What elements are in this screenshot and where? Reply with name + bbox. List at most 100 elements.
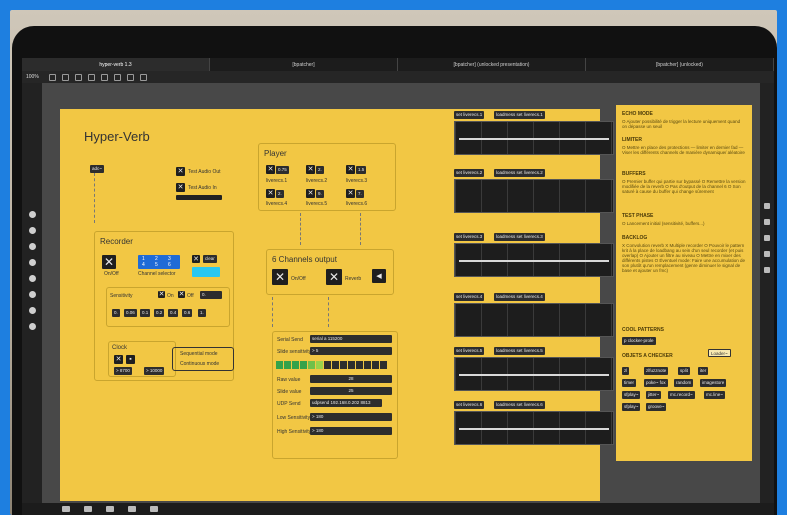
grid-icon[interactable] xyxy=(87,73,95,81)
clear-button[interactable]: clear xyxy=(203,255,217,263)
objet-poke[interactable]: poke~ fox xyxy=(644,379,668,387)
sensitivity-off-toggle[interactable]: ✕ xyxy=(178,291,185,298)
sens-preset-02[interactable]: 0.2 xyxy=(154,309,165,317)
sens-preset-01[interactable]: 0.1 xyxy=(140,309,151,317)
settings-icon[interactable] xyxy=(764,267,770,273)
clock-toggle[interactable]: ✕ xyxy=(114,355,123,364)
channel-4[interactable]: 4 xyxy=(142,262,145,268)
zoom-level[interactable]: 100% xyxy=(26,74,39,80)
speaker-icon[interactable]: ◀ xyxy=(372,269,386,283)
objet-split[interactable]: split xyxy=(678,367,691,375)
objet-iter[interactable]: iter xyxy=(698,367,709,375)
objet-timer[interactable]: timer xyxy=(622,379,636,387)
star-icon[interactable] xyxy=(28,323,36,330)
new-patcher-icon[interactable] xyxy=(48,73,56,81)
debug-icon[interactable] xyxy=(106,506,114,512)
continuous-mode[interactable]: Continuous mode xyxy=(180,361,219,367)
sens-preset-06[interactable]: 0.6 xyxy=(182,309,193,317)
objet-jitter[interactable]: jitter~ xyxy=(646,391,662,399)
reverb-toggle[interactable]: ✕ xyxy=(326,269,342,285)
presentation-icon[interactable] xyxy=(74,73,82,81)
player-4-speed[interactable]: 2. xyxy=(276,190,284,198)
set-message-6[interactable]: set liverecs.6 xyxy=(454,401,485,409)
comment-icon[interactable] xyxy=(126,73,134,81)
loadmess-2[interactable]: loadmess set liverecs.2 xyxy=(494,169,545,177)
player-2-toggle[interactable]: ✕ xyxy=(306,165,315,174)
sens-preset-006[interactable]: 0.06 xyxy=(124,309,137,317)
tab-bpatcher-unlocked[interactable]: [bpatcher] (unlocked) xyxy=(586,58,774,71)
output-onoff-toggle[interactable]: ✕ xyxy=(272,269,288,285)
package-icon[interactable] xyxy=(28,307,36,314)
loadmess-3[interactable]: loadmess set liverecs.3 xyxy=(494,233,545,241)
sensitivity-number[interactable]: 0. xyxy=(200,291,222,299)
waveform-display-1[interactable] xyxy=(454,121,614,155)
clock-toggle-2[interactable]: ▪ xyxy=(126,355,135,364)
objet-groove[interactable]: groove~ xyxy=(646,403,667,411)
code-icon[interactable] xyxy=(28,275,36,282)
waveform-display-6[interactable] xyxy=(454,411,614,445)
player-3-speed[interactable]: 1.5 xyxy=(356,166,367,174)
waveform-display-2[interactable] xyxy=(454,179,614,213)
objet-sfplay[interactable]: sfplay~ xyxy=(622,391,641,399)
slide-sensitivity-number[interactable]: > 5 xyxy=(310,347,392,355)
set-message-1[interactable]: set liverecs.1 xyxy=(454,111,485,119)
player-5-toggle[interactable]: ✕ xyxy=(306,189,315,198)
set-message-5[interactable]: set liverecs.5 xyxy=(454,347,485,355)
waveform-display-4[interactable] xyxy=(454,303,614,337)
object-icon[interactable] xyxy=(100,73,108,81)
help-icon[interactable] xyxy=(764,219,770,225)
adc-object[interactable]: adc~ xyxy=(90,165,104,173)
patcher-canvas[interactable]: Hyper-Verb adc~ ✕ Test Audio Out ✕ Test … xyxy=(42,83,760,503)
presentation-icon[interactable] xyxy=(84,506,92,512)
udp-message[interactable]: udpsend 192.168.0.202 8813 xyxy=(310,399,382,407)
player-6-speed[interactable]: 7. xyxy=(356,190,364,198)
cool-pattern-object[interactable]: p clocker-prole xyxy=(622,337,656,345)
recorder-onoff-toggle[interactable]: ✕ xyxy=(102,255,116,269)
lock-icon[interactable] xyxy=(61,73,69,81)
player-1-toggle[interactable]: ✕ xyxy=(266,165,275,174)
low-sensitivity-number[interactable]: > 180 xyxy=(310,413,392,421)
objet-zlfuzznote[interactable]: zlfuzznote xyxy=(644,367,669,375)
search-icon[interactable] xyxy=(28,211,36,218)
loadmess-4[interactable]: loadmess set liverecs.4 xyxy=(494,293,545,301)
audio-icon[interactable] xyxy=(128,506,136,512)
add-icon[interactable] xyxy=(139,73,147,81)
player-4-toggle[interactable]: ✕ xyxy=(266,189,275,198)
music-icon[interactable] xyxy=(28,259,36,266)
mixer-icon[interactable] xyxy=(150,506,158,512)
player-6-toggle[interactable]: ✕ xyxy=(346,189,355,198)
reference-icon[interactable] xyxy=(764,235,770,241)
browser-icon[interactable] xyxy=(28,227,36,234)
console-icon[interactable] xyxy=(28,243,36,250)
loadmess-1[interactable]: loadmess set liverecs.1 xyxy=(494,111,545,119)
tab-hyper-verb[interactable]: hyper-verb 1.3 xyxy=(22,58,210,71)
sens-preset-0[interactable]: 0. xyxy=(112,309,120,317)
objet-sfplay-2[interactable]: sfplay~ xyxy=(622,403,641,411)
objet-mc-record[interactable]: mc.record~ xyxy=(668,391,695,399)
sens-preset-04[interactable]: 0.4 xyxy=(168,309,179,317)
player-2-speed[interactable]: 2. xyxy=(316,166,324,174)
test-audio-out-toggle[interactable]: ✕ xyxy=(176,167,185,176)
objet-imagestore[interactable]: imagestore xyxy=(700,379,727,387)
objet-random[interactable]: random xyxy=(674,379,694,387)
objet-zl[interactable]: zl xyxy=(622,367,630,375)
sensitivity-on-toggle[interactable]: ✕ xyxy=(158,291,165,298)
image-icon[interactable] xyxy=(28,291,36,298)
clue-icon[interactable] xyxy=(764,251,770,257)
sens-preset-1[interactable]: 1. xyxy=(198,309,206,317)
player-5-speed[interactable]: 9. xyxy=(316,190,324,198)
sequential-mode[interactable]: Sequential mode xyxy=(180,351,218,357)
tab-bpatcher[interactable]: [bpatcher] xyxy=(210,58,398,71)
clock-number-2[interactable]: > 10000 xyxy=(144,367,165,375)
lock-icon[interactable] xyxy=(62,506,70,512)
loadmess-5[interactable]: loadmess set liverecs.5 xyxy=(494,347,545,355)
player-1-speed[interactable]: 0.75 xyxy=(276,166,289,174)
test-audio-in-toggle[interactable]: ✕ xyxy=(176,183,185,192)
message-icon[interactable] xyxy=(113,73,121,81)
clear-toggle[interactable]: ✕ xyxy=(192,255,200,263)
set-message-4[interactable]: set liverecs.4 xyxy=(454,293,485,301)
tab-bpatcher-presentation[interactable]: [bpatcher] (unlocked presentation) xyxy=(398,58,586,71)
player-3-toggle[interactable]: ✕ xyxy=(346,165,355,174)
waveform-display-3[interactable] xyxy=(454,243,614,277)
set-message-3[interactable]: set liverecs.3 xyxy=(454,233,485,241)
